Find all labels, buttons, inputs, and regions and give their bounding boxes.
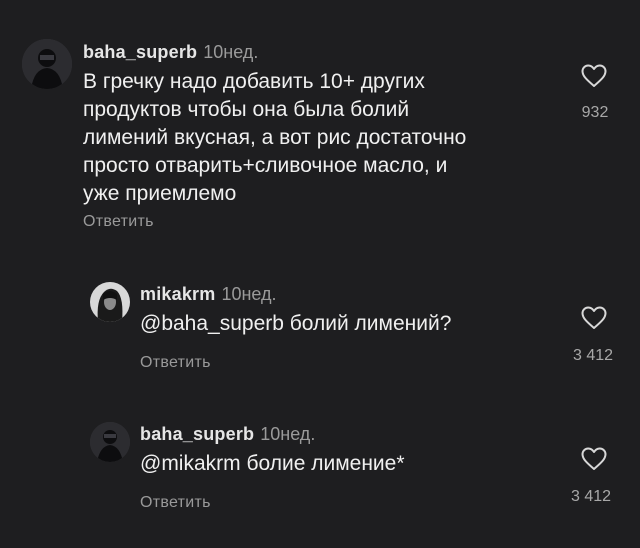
heart-outline-icon[interactable] bbox=[581, 447, 607, 471]
comment-text: @baha_superb болий лимений? bbox=[140, 312, 452, 335]
username[interactable]: baha_superb bbox=[83, 42, 197, 62]
comment-header: baha_superb 10нед. bbox=[140, 424, 315, 445]
avatar[interactable] bbox=[90, 282, 130, 322]
like-count: 3 412 bbox=[570, 488, 612, 505]
comment-header: mikakrm 10нед. bbox=[140, 284, 277, 305]
heart-outline-icon[interactable] bbox=[581, 306, 607, 330]
avatar[interactable] bbox=[90, 422, 130, 462]
avatar[interactable] bbox=[22, 39, 72, 89]
reply-button[interactable]: Ответить bbox=[140, 354, 211, 372]
like-count: 932 bbox=[581, 104, 609, 121]
like-count: 3 412 bbox=[572, 347, 614, 364]
avatar-image bbox=[22, 39, 72, 89]
heart-outline-icon[interactable] bbox=[581, 64, 607, 88]
username[interactable]: mikakrm bbox=[140, 284, 215, 304]
username[interactable]: baha_superb bbox=[140, 424, 254, 444]
reply-button[interactable]: Ответить bbox=[83, 213, 154, 231]
timestamp: 10нед. bbox=[260, 424, 316, 444]
timestamp: 10нед. bbox=[203, 42, 259, 62]
comment-text: В гречку надо добавить 10+ других продук… bbox=[83, 70, 467, 205]
comment-text: @mikakrm болие лимение* bbox=[140, 452, 405, 475]
reply-button[interactable]: Ответить bbox=[140, 494, 211, 512]
comment-header: baha_superb 10нед. bbox=[83, 42, 258, 63]
avatar-image bbox=[90, 422, 130, 462]
avatar-image bbox=[90, 282, 130, 322]
timestamp: 10нед. bbox=[221, 284, 277, 304]
